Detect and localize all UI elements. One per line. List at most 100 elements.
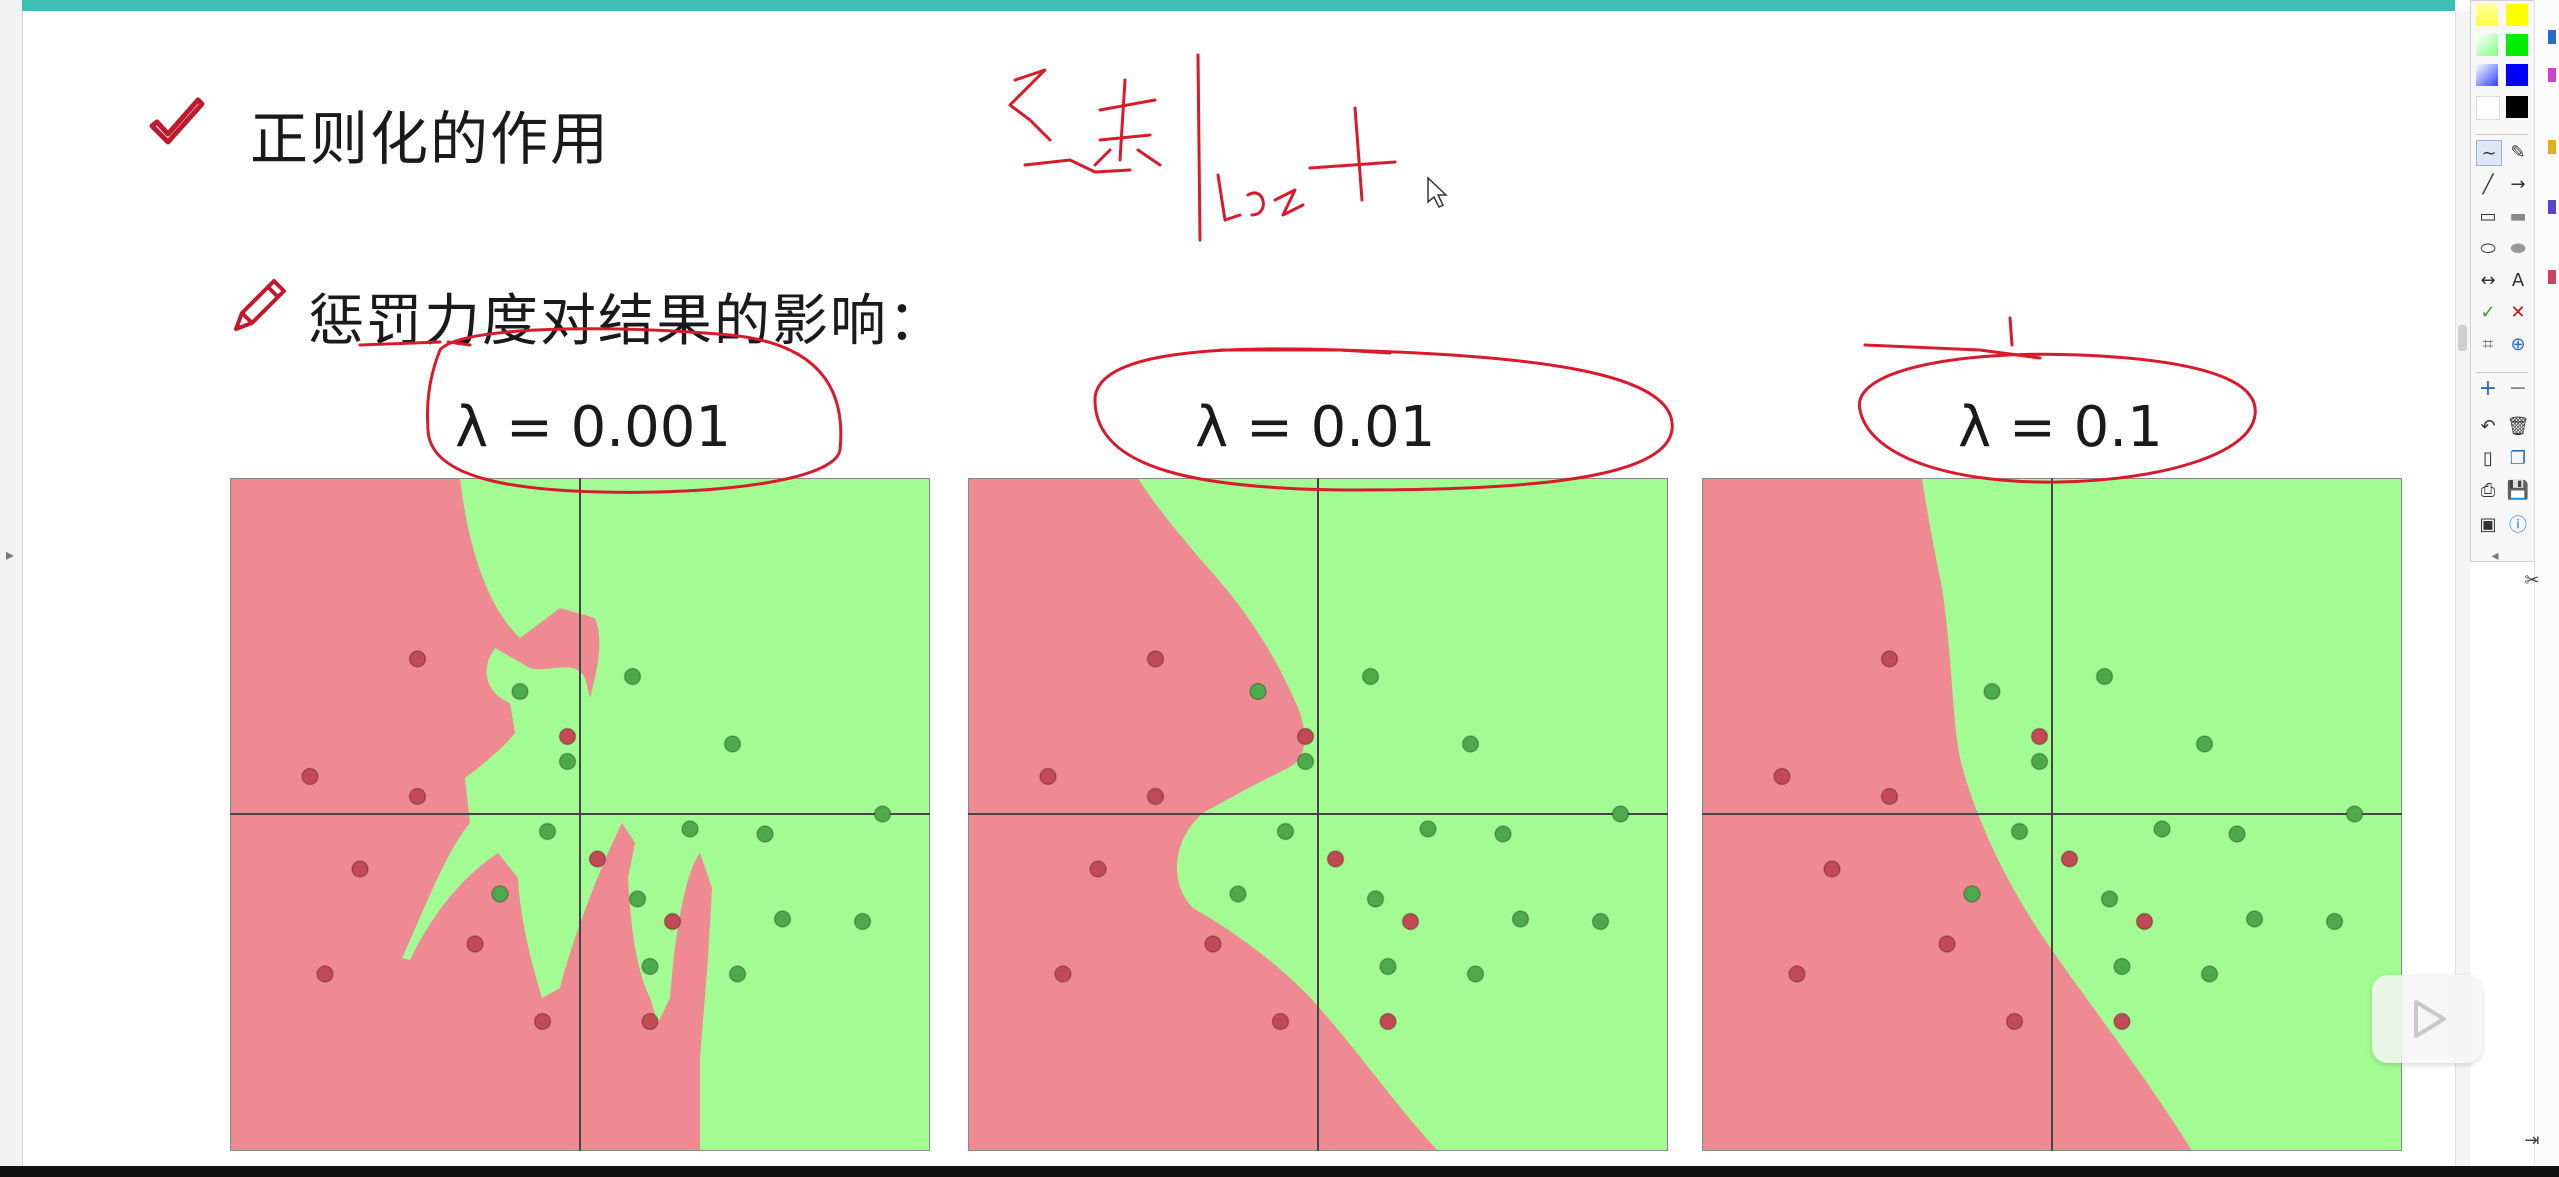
green-data-point xyxy=(1276,822,1295,841)
settings-tool-icon[interactable]: ✂ xyxy=(2520,568,2544,592)
eraser-icon[interactable]: ✎ xyxy=(2506,140,2530,164)
double-arrow-icon[interactable]: ↔ xyxy=(2476,268,2500,292)
info-icon[interactable]: ⓘ xyxy=(2506,512,2530,536)
minus-icon[interactable]: − xyxy=(2506,376,2530,401)
decision-boundary-plot-lambda-01 xyxy=(1702,478,2402,1151)
green-data-point xyxy=(2200,965,2219,983)
red-data-point xyxy=(1039,767,1057,786)
green-data-point xyxy=(1361,667,1380,686)
screen-icon[interactable]: ▣ xyxy=(2476,512,2500,536)
decision-boundary-plot-lambda-0001 xyxy=(230,478,930,1151)
undo-icon[interactable]: ↶ xyxy=(2476,414,2500,438)
white-swatch[interactable] xyxy=(2476,96,2500,120)
slide-subtitle: 惩罚力度对结果的影响： xyxy=(308,289,946,354)
green-data-point xyxy=(2345,805,2364,823)
green-data-point xyxy=(2010,822,2029,841)
red-data-point xyxy=(558,727,577,746)
green-data-point xyxy=(1611,805,1630,823)
filled-rectangle-icon[interactable]: ▬ xyxy=(2506,204,2530,228)
plus-icon[interactable]: + xyxy=(2476,376,2500,401)
red-data-point xyxy=(1146,650,1165,668)
green-data-point xyxy=(1296,752,1315,771)
slide-top-bar xyxy=(22,0,2455,11)
green-data-point xyxy=(2325,912,2344,931)
green-data-point xyxy=(2153,820,2171,838)
green-data-point xyxy=(1511,910,1530,928)
light-blue-swatch[interactable] xyxy=(2476,64,2498,86)
light-yellow-swatch[interactable] xyxy=(2476,4,2498,26)
green-data-point xyxy=(1494,825,1512,843)
checkmark-icon xyxy=(149,97,205,145)
toolbar-separator xyxy=(2476,372,2528,373)
green-data-point xyxy=(1366,890,1385,908)
green-data-point xyxy=(1249,682,1267,701)
red-data-point xyxy=(588,850,607,868)
new-page-icon[interactable]: ▯ xyxy=(2476,446,2500,470)
red-data-point xyxy=(408,787,427,806)
lambda-label-001: λ = 0.01 xyxy=(1195,395,1436,460)
copy-icon[interactable]: ❐ xyxy=(2506,446,2530,470)
rectangle-icon[interactable]: ▭ xyxy=(2476,204,2500,228)
green-data-point xyxy=(1461,735,1480,753)
green-data-point xyxy=(2228,825,2246,843)
red-data-point xyxy=(1089,860,1107,878)
save-icon[interactable]: 💾 xyxy=(2506,478,2530,502)
yellow-swatch[interactable] xyxy=(2506,4,2528,26)
collapse-arrow-icon[interactable]: ◂ xyxy=(2483,544,2507,568)
green-data-point xyxy=(491,885,509,903)
red-data-point xyxy=(1326,850,1345,868)
red-data-point xyxy=(2135,912,2154,931)
check-icon[interactable]: ✓ xyxy=(2476,300,2500,324)
play-icon xyxy=(2414,1000,2446,1038)
red-data-point xyxy=(2005,1012,2024,1031)
red-data-point xyxy=(2030,727,2049,746)
red-data-point xyxy=(1880,650,1899,668)
play-button[interactable] xyxy=(2372,975,2482,1063)
expand-arrow-icon[interactable]: ▸ xyxy=(6,545,14,564)
print-icon[interactable]: ⎙ xyxy=(2476,478,2500,502)
crop-icon[interactable]: ⌗ xyxy=(2476,332,2500,356)
green-data-point xyxy=(641,957,659,976)
red-data-point xyxy=(1773,767,1791,786)
edge-marker xyxy=(2548,270,2556,284)
green-data-point xyxy=(1229,885,1247,903)
green-data-point xyxy=(1983,682,2001,701)
red-data-point xyxy=(1379,1012,1397,1031)
red-data-point xyxy=(1054,965,1072,983)
bottom-bar xyxy=(0,1166,2559,1177)
red-data-point xyxy=(1788,965,1806,983)
blue-swatch[interactable] xyxy=(2506,64,2528,86)
green-data-point xyxy=(558,752,577,771)
arrow-icon[interactable]: → xyxy=(2506,172,2530,196)
green-data-point xyxy=(2100,890,2119,908)
pencil-icon xyxy=(234,279,286,331)
trash-icon[interactable]: 🗑 xyxy=(2506,414,2530,438)
edge-marker xyxy=(2548,200,2556,214)
text-icon[interactable]: A xyxy=(2506,268,2530,292)
scrollbar-thumb[interactable] xyxy=(2458,325,2467,351)
green-data-point xyxy=(723,735,742,753)
green-swatch[interactable] xyxy=(2506,34,2528,56)
cross-icon[interactable]: ✕ xyxy=(2506,300,2530,324)
ellipse-icon[interactable]: ⬭ xyxy=(2476,236,2500,260)
green-data-point xyxy=(853,912,872,931)
line-icon[interactable]: ╱ xyxy=(2476,172,2500,196)
decision-boundary-plot-lambda-001 xyxy=(968,478,1668,1151)
green-data-point xyxy=(2113,957,2131,976)
filled-ellipse-icon[interactable]: ⬬ xyxy=(2506,236,2530,260)
red-data-point xyxy=(316,965,334,983)
green-data-point xyxy=(2030,752,2049,771)
slide-title: 正则化的作用 xyxy=(250,105,611,173)
red-data-point xyxy=(1204,935,1222,953)
zoom-icon[interactable]: ⊕ xyxy=(2506,332,2530,356)
black-swatch[interactable] xyxy=(2506,96,2528,118)
exit-icon[interactable]: ⇥ xyxy=(2520,1128,2544,1152)
red-data-point xyxy=(641,1012,659,1031)
red-data-point xyxy=(663,912,682,931)
edge-marker xyxy=(2548,140,2556,154)
red-data-point xyxy=(1880,787,1899,806)
red-data-point xyxy=(2060,850,2079,868)
pen-icon[interactable]: ∼ xyxy=(2476,140,2502,166)
green-data-point xyxy=(2095,667,2114,686)
light-green-swatch[interactable] xyxy=(2476,34,2498,56)
